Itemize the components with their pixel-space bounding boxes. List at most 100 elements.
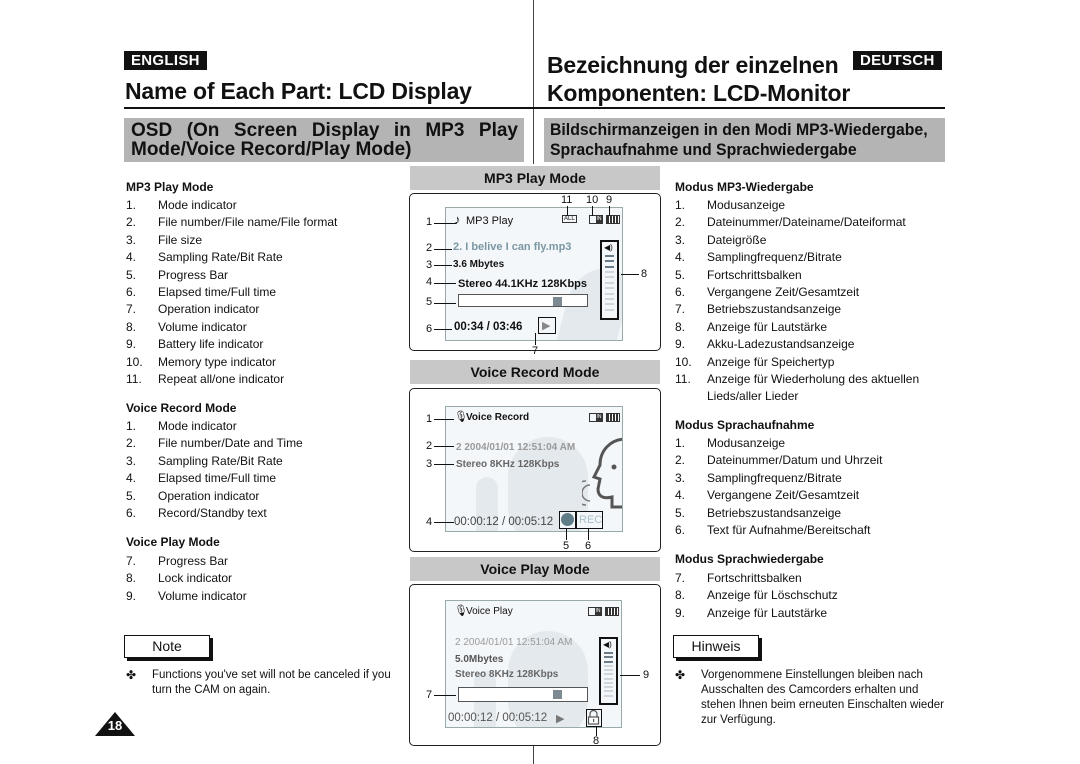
list-item: 8. Anzeige für Löschschutz bbox=[675, 587, 955, 604]
leader-line bbox=[592, 206, 593, 216]
list-item-number: 7. bbox=[675, 302, 686, 317]
leader-line bbox=[434, 464, 454, 465]
list-item: 11. Anzeige für Wiederholung des aktuelle… bbox=[675, 371, 955, 406]
list-item-number: 4. bbox=[675, 250, 686, 265]
list-item-number: 8. bbox=[675, 319, 686, 334]
voice-record-time: 00:00:12 / 00:05:12 bbox=[454, 516, 554, 528]
callout-1: 1 bbox=[426, 216, 433, 228]
list-item-text: Fortschrittsbalken bbox=[707, 571, 802, 585]
list-item-text: Volume indicator bbox=[158, 319, 247, 334]
en-voice-play-title: Voice Play Mode bbox=[126, 535, 220, 549]
list-item: 5. Progress Bar bbox=[126, 267, 406, 284]
note-text-en: ✤ Functions you've set will not be cance… bbox=[126, 668, 396, 698]
record-indicator bbox=[559, 511, 576, 529]
list-item-number: 7. bbox=[675, 571, 686, 585]
list-item-text: Record/Standby text bbox=[158, 506, 267, 521]
callout-4: 4 bbox=[426, 276, 433, 288]
volume-bar bbox=[605, 271, 614, 274]
list-item-number: 3. bbox=[126, 232, 137, 247]
volume-bar bbox=[605, 292, 614, 295]
list-item-number: 4. bbox=[126, 471, 137, 486]
subtitle-de-line1: Bildschirmanzeigen in den Modi MP3-Wiede… bbox=[550, 120, 928, 139]
volume-bar bbox=[604, 686, 613, 689]
list-item-number: 9. bbox=[675, 337, 686, 352]
callout-11: 11 bbox=[561, 194, 573, 206]
list-item-number: 4. bbox=[126, 250, 137, 265]
list-item: 4. Vergangene Zeit/Gesamtzeit bbox=[675, 487, 955, 504]
callout-3: 3 bbox=[426, 458, 433, 470]
list-item: 6. Text für Aufnahme/Bereitschaft bbox=[675, 522, 955, 539]
mp3-time: 00:34 / 03:46 bbox=[454, 321, 523, 333]
list-item-text: Samplingfrequenz/Bitrate bbox=[707, 470, 842, 485]
list-item-text: Modusanzeige bbox=[707, 198, 786, 212]
volume-bar bbox=[604, 656, 613, 659]
list-item: 3. File size bbox=[126, 232, 406, 249]
page-title-de-line2: Komponenten: LCD-Monitor bbox=[547, 80, 851, 106]
voice-play-mode-label: Voice Play bbox=[466, 606, 513, 617]
mp3-progress-bar bbox=[458, 294, 588, 307]
note-icon: ♪ bbox=[454, 212, 461, 227]
list-item: 4. Samplingfrequenz/Bitrate bbox=[675, 249, 955, 266]
list-item-number: 2. bbox=[675, 453, 686, 468]
list-item-text: Elapsed time/Full time bbox=[158, 471, 277, 486]
list-item-text: Dateinummer/Dateiname/Dateiformat bbox=[707, 215, 906, 230]
repeat-all-icon: ALL bbox=[562, 215, 577, 223]
list-item-number: 11. bbox=[126, 372, 142, 387]
voice-play-size: 5.0Mbytes bbox=[455, 654, 504, 665]
list-item-number: 2. bbox=[675, 215, 686, 230]
progress-knob bbox=[553, 690, 562, 699]
list-item: 1. Mode indicator bbox=[126, 197, 406, 214]
memory-icon: IN bbox=[588, 607, 602, 616]
mp3-volume-indicator: ◀) bbox=[600, 240, 619, 320]
list-item: 3. Dateigröße bbox=[675, 232, 955, 249]
subtitle-en-line2: Mode/Voice Record/Play Mode) bbox=[131, 139, 412, 160]
play-icon: ▶ bbox=[556, 713, 565, 725]
list-item: 9. Anzeige für Lautstärke bbox=[675, 605, 955, 622]
list-item-number: 9. bbox=[126, 588, 137, 603]
page-title-de-line1: Bezeichnung der einzelnen bbox=[547, 52, 839, 78]
de-voice-play-list: 7. Fortschrittsbalken 8. Anzeige für Löschs… bbox=[675, 570, 955, 622]
voice-record-mode-label: Voice Record bbox=[466, 412, 530, 423]
list-item: 2. File number/Date and Time bbox=[126, 435, 406, 452]
list-item-text: Elapsed time/Full time bbox=[158, 285, 277, 300]
callout-7: 7 bbox=[532, 345, 539, 357]
list-item-text: Anzeige für Wiederholung des aktuellen L… bbox=[707, 372, 920, 404]
list-item: 5. Fortschrittsbalken bbox=[675, 267, 955, 284]
list-item-number: 6. bbox=[126, 285, 137, 300]
voice-play-lcd: 🎙 Voice Play IN 2 2004/01/01 12:51:04 AM… bbox=[445, 600, 622, 728]
note-text-de: ✤ Vorgenommene Einstellungen bleiben nac… bbox=[675, 668, 955, 728]
leader-line bbox=[434, 522, 454, 523]
en-mp3-title: MP3 Play Mode bbox=[126, 180, 214, 194]
leader-line bbox=[621, 274, 639, 275]
voice-record-panel: 🎙 Voice Record IN 2 2004/01/01 12:51:04 … bbox=[409, 388, 661, 552]
de-voice-play-title: Modus Sprachwiedergabe bbox=[675, 552, 824, 566]
list-item: 6. Vergangene Zeit/Gesamtzeit bbox=[675, 284, 955, 301]
memory-badge: IN bbox=[596, 216, 602, 223]
en-voice-record-title: Voice Record Mode bbox=[126, 401, 237, 415]
list-item-number: 7. bbox=[126, 302, 137, 317]
voice-record-mode-bar: Voice Record Mode bbox=[410, 360, 660, 384]
list-item: 9. Akku-Ladezustandsanzeige bbox=[675, 336, 955, 353]
list-item-text: Battery life indicator bbox=[158, 337, 264, 352]
voice-record-file: 2 2004/01/01 12:51:04 AM bbox=[456, 442, 576, 453]
list-item-text: Text für Aufnahme/Bereitschaft bbox=[707, 523, 871, 538]
voice-play-time: 00:00:12 / 00:05:12 bbox=[448, 712, 548, 724]
list-item-text: File number/File name/File format bbox=[158, 215, 338, 230]
list-item-text: Mode indicator bbox=[158, 419, 237, 433]
list-item-number: 5. bbox=[675, 505, 686, 520]
mp3-panel: ♪ MP3 Play ALL IN 2. I belive I can fly.… bbox=[409, 193, 661, 357]
list-item-number: 1. bbox=[126, 419, 137, 433]
list-item: 7. Progress Bar bbox=[126, 553, 406, 570]
list-item-text: Dateigröße bbox=[707, 232, 767, 247]
list-item: 8. Volume indicator bbox=[126, 319, 406, 336]
callout-7: 7 bbox=[426, 689, 433, 701]
list-item-text: Dateinummer/Datum und Uhrzeit bbox=[707, 453, 883, 468]
list-item: 10. Memory type indicator bbox=[126, 354, 406, 371]
list-item-number: 5. bbox=[126, 267, 137, 282]
en-voice-play-list: 7. Progress Bar 8. Lock indicator 9. Volume i… bbox=[126, 553, 406, 605]
list-item: 4. Sampling Rate/Bit Rate bbox=[126, 249, 406, 266]
list-item-number: 9. bbox=[126, 337, 137, 352]
leader-line bbox=[434, 303, 456, 304]
list-item: 6. Record/Standby text bbox=[126, 505, 406, 522]
callout-8: 8 bbox=[593, 735, 600, 747]
